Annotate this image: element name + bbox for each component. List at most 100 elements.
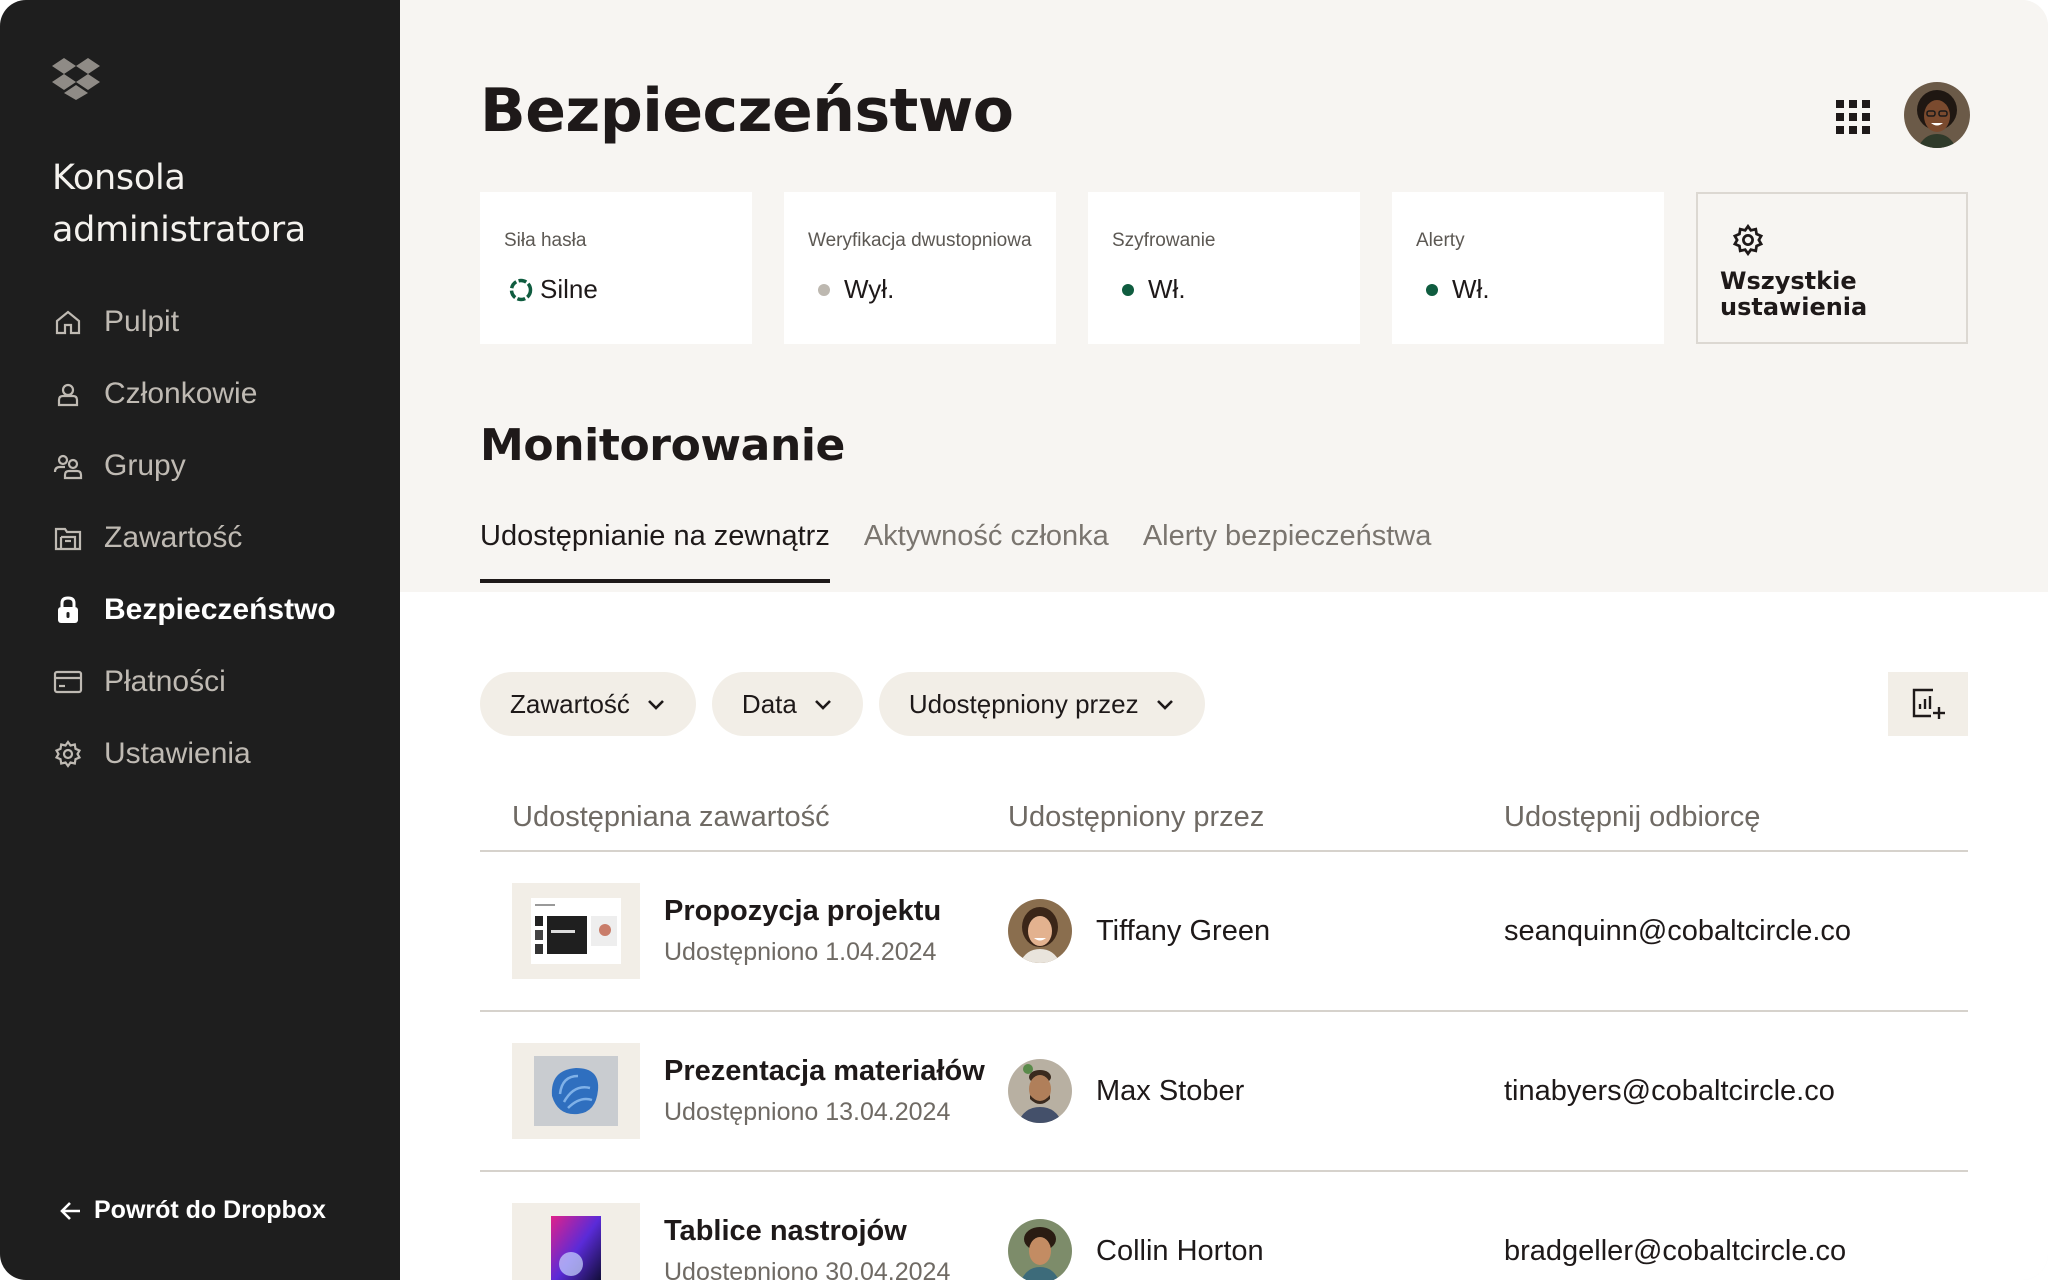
chart-add-icon: [1911, 687, 1945, 721]
chevron-down-icon: [813, 697, 833, 711]
person-name: Collin Horton: [1096, 1234, 1264, 1267]
monitoring-tabs: Udostępnianie na zewnątrz Aktywność czło…: [480, 520, 1431, 583]
card-value: Wł.: [1112, 274, 1336, 305]
tab-external-sharing[interactable]: Udostępnianie na zewnątrz: [480, 520, 830, 583]
file-date: Udostępniono 1.04.2024: [664, 938, 937, 966]
file-date: Udostępniono 13.04.2024: [664, 1098, 951, 1126]
card-value-text: Wył.: [844, 274, 895, 304]
console-title: Konsola administratora: [52, 158, 306, 250]
dropbox-logo-icon[interactable]: [52, 56, 100, 100]
tab-member-activity[interactable]: Aktywność członka: [864, 520, 1109, 583]
add-report-button[interactable]: [1888, 672, 1968, 736]
group-icon: [52, 450, 84, 482]
shared-content-table: Udostępniana zawartość Udostępniony prze…: [480, 784, 1968, 1280]
filter-content-dropdown[interactable]: Zawartość: [480, 672, 696, 736]
card-value-text: Silne: [540, 274, 598, 304]
app-window: Konsola administratora Pulpit Członkowie…: [0, 0, 2048, 1280]
file-name[interactable]: Tablice nastrojów: [664, 1215, 950, 1248]
sidebar-item-label: Członkowie: [104, 377, 258, 410]
file-thumbnail[interactable]: [512, 1043, 640, 1139]
sidebar-item-ustawienia[interactable]: Ustawienia: [52, 718, 372, 790]
encryption-card[interactable]: Szyfrowanie Wł.: [1088, 192, 1360, 344]
column-header-shared-by[interactable]: Udostępniony przez: [1008, 801, 1504, 834]
column-header-recipient[interactable]: Udostępnij odbiorcę: [1504, 801, 1968, 834]
filter-shared-by-dropdown[interactable]: Udostępniony przez: [878, 672, 1205, 736]
table-header: Udostępniana zawartość Udostępniony prze…: [480, 784, 1968, 852]
filter-label: Udostępniony przez: [908, 688, 1139, 719]
sidebar-item-bezpieczenstwo[interactable]: Bezpieczeństwo: [52, 574, 372, 646]
sidebar-item-label: Płatności: [104, 665, 226, 698]
gear-icon: [1732, 224, 1944, 256]
avatar[interactable]: [1904, 82, 1970, 148]
alerts-card[interactable]: Alerty Wł.: [1392, 192, 1664, 344]
all-settings-button[interactable]: Wszystkie ustawienia: [1696, 192, 1968, 344]
all-settings-label: Wszystkie ustawienia: [1720, 267, 1868, 321]
card-value: Silne: [504, 274, 728, 305]
column-header-content[interactable]: Udostępniana zawartość: [512, 801, 1008, 834]
person-name: Tiffany Green: [1096, 914, 1271, 947]
back-link-label: Powrót do Dropbox: [94, 1196, 326, 1224]
sidebar-item-grupy[interactable]: Grupy: [52, 430, 372, 502]
file-thumbnail[interactable]: [512, 883, 640, 979]
monitoring-title: Monitorowanie: [480, 420, 845, 471]
filter-label: Data: [741, 688, 797, 719]
chevron-down-icon: [1155, 697, 1175, 711]
back-to-dropbox-link[interactable]: Powrót do Dropbox: [60, 1196, 326, 1225]
sidebar-item-platnosci[interactable]: Płatności: [52, 646, 372, 718]
file-cell: Propozycja projektu Udostępniono 1.04.20…: [512, 883, 1008, 979]
sidebar-item-pulpit[interactable]: Pulpit: [52, 286, 372, 358]
card-label: Weryfikacja dwustopniowa: [808, 230, 1032, 251]
status-dot-off: [818, 283, 830, 296]
sidebar-item-label: Zawartość: [104, 521, 243, 554]
avatar: [1008, 1219, 1072, 1280]
file-info: Prezentacja materiałów Udostępniono 13.0…: [664, 1055, 985, 1127]
person-icon: [52, 378, 84, 410]
file-info: Tablice nastrojów Udostępniono 30.04.202…: [664, 1215, 950, 1280]
file-info: Propozycja projektu Udostępniono 1.04.20…: [664, 895, 941, 967]
lock-icon: [52, 594, 84, 626]
page-title: Bezpieczeństwo: [480, 76, 1014, 146]
file-cell: Tablice nastrojów Udostępniono 30.04.202…: [512, 1203, 1008, 1280]
two-step-card[interactable]: Weryfikacja dwustopniowa Wył.: [784, 192, 1056, 344]
table-row[interactable]: Propozycja projektu Udostępniono 1.04.20…: [480, 852, 1968, 1012]
file-date: Udostępniono 30.04.2024: [664, 1258, 951, 1280]
app-grid-icon[interactable]: [1830, 94, 1870, 134]
sidebar-item-czlonkowie[interactable]: Członkowie: [52, 358, 372, 430]
file-cell: Prezentacja materiałów Udostępniono 13.0…: [512, 1043, 1008, 1139]
avatar: [1008, 1059, 1072, 1123]
file-thumbnail[interactable]: [512, 1203, 640, 1280]
shared-by-cell: Collin Horton: [1008, 1219, 1504, 1280]
folder-icon: [52, 522, 84, 554]
filter-date-dropdown[interactable]: Data: [711, 672, 863, 736]
recipient-email: seanquinn@cobaltcircle.co: [1504, 914, 1852, 947]
shared-by-cell: Tiffany Green: [1008, 899, 1504, 963]
file-name[interactable]: Propozycja projektu: [664, 895, 941, 928]
chevron-down-icon: [646, 697, 666, 711]
card-value: Wył.: [808, 274, 1032, 305]
home-icon: [52, 306, 84, 338]
filter-label: Zawartość: [510, 688, 630, 719]
recipient-email: tinabyers@cobaltcircle.co: [1504, 1074, 1835, 1107]
table-row[interactable]: Prezentacja materiałów Udostępniono 13.0…: [480, 1012, 1968, 1172]
file-name[interactable]: Prezentacja materiałów: [664, 1055, 985, 1088]
strength-ring-icon: [508, 277, 534, 303]
sidebar-item-label: Ustawienia: [104, 737, 251, 770]
arrow-left-icon: [60, 1200, 82, 1222]
sidebar-item-label: Grupy: [104, 449, 186, 482]
sidebar-item-zawartosc[interactable]: Zawartość: [52, 502, 372, 574]
card-label: Szyfrowanie: [1112, 230, 1216, 251]
shared-by-cell: Max Stober: [1008, 1059, 1504, 1123]
password-strength-card[interactable]: Siła hasła Silne: [480, 192, 752, 344]
card-value-text: Wł.: [1148, 274, 1186, 304]
card-label: Alerty: [1416, 230, 1465, 251]
tab-security-alerts[interactable]: Alerty bezpieczeństwa: [1143, 520, 1432, 583]
table-row[interactable]: Tablice nastrojów Udostępniono 30.04.202…: [480, 1172, 1968, 1280]
card-icon: [52, 666, 84, 698]
recipient-email: bradgeller@cobaltcircle.co: [1504, 1234, 1847, 1267]
status-dot-on: [1122, 283, 1134, 296]
main-content: Bezpieczeństwo Siła hasła Silne Weryfika…: [400, 0, 2048, 1280]
avatar: [1008, 899, 1072, 963]
status-dot-on: [1426, 283, 1438, 296]
card-label: Siła hasła: [504, 230, 587, 251]
filter-bar: Zawartość Data Udostępniony przez: [480, 672, 1205, 736]
